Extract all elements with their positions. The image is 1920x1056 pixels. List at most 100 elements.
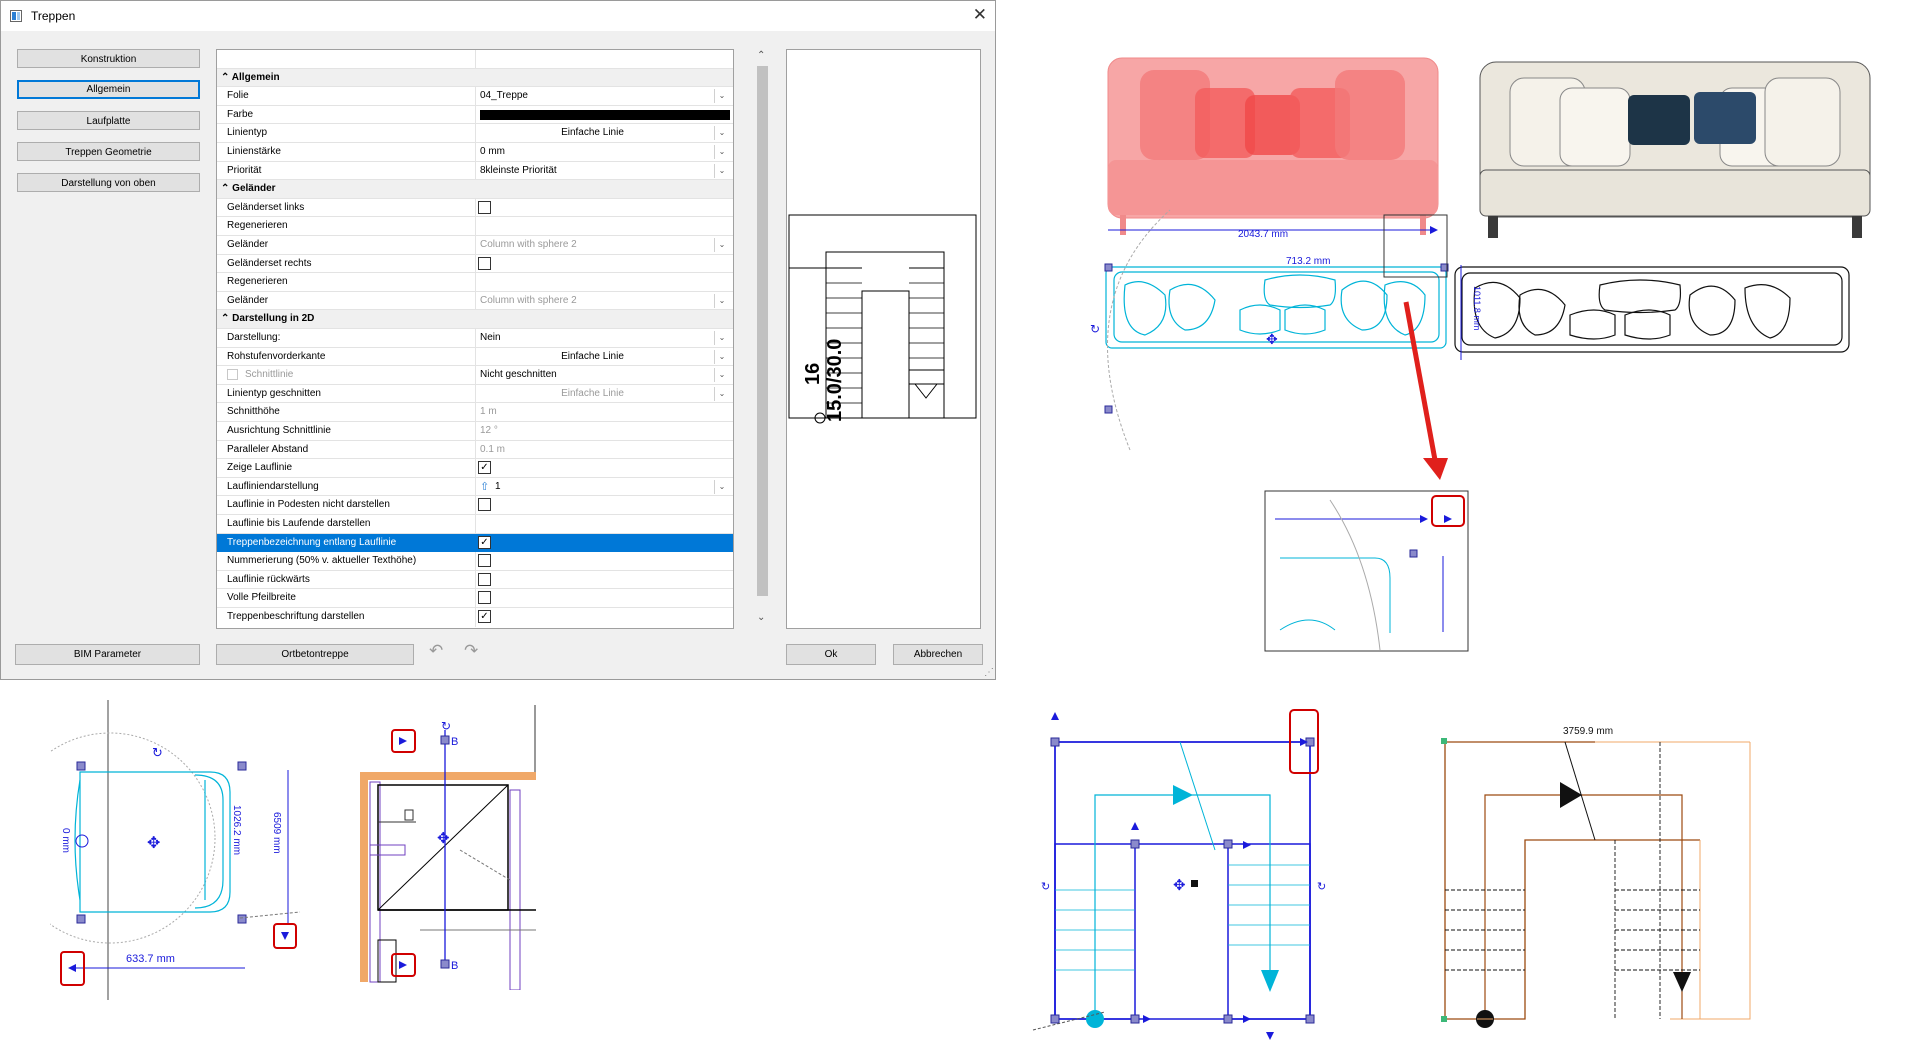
rotate-icon[interactable]: ↻ — [441, 719, 451, 733]
rotate-icon[interactable]: ↻ — [152, 746, 163, 761]
grip-handle[interactable] — [76, 761, 86, 771]
row-nummerierung[interactable]: Nummerierung (50% v. aktueller Texthöhe) — [217, 552, 733, 571]
grip-handle[interactable] — [1441, 738, 1447, 744]
grip-handle[interactable] — [237, 914, 247, 924]
ok-button[interactable]: Ok — [786, 644, 876, 665]
nav-laufplatte-button[interactable]: Laufplatte — [17, 111, 200, 130]
nav-konstruktion-button[interactable]: Konstruktion — [17, 49, 200, 68]
grip-handle[interactable] — [1104, 263, 1113, 272]
checkbox-checked[interactable]: ✓ — [478, 461, 491, 475]
grip-handle[interactable] — [1130, 1014, 1140, 1024]
chevron-down-icon[interactable]: ⌄ — [714, 145, 729, 159]
chevron-down-icon[interactable]: ⌄ — [714, 238, 729, 252]
row-ausrichtung[interactable]: Ausrichtung Schnittlinie 12 ° — [217, 422, 733, 441]
grip-handle[interactable] — [1223, 839, 1233, 849]
rotate-icon[interactable]: ↻ — [1317, 880, 1326, 893]
move-icon[interactable]: ✥ — [1266, 332, 1278, 348]
move-icon[interactable]: ✥ — [147, 833, 160, 852]
row-folie[interactable]: Folie 04_Treppe ⌄ — [217, 87, 733, 106]
grip-handle[interactable] — [1441, 1016, 1447, 1022]
row-laufliniendarstellung[interactable]: Laufliniendarstellung ⇧ 1 ⌄ — [217, 477, 733, 497]
row-linienstaerke[interactable]: Linienstärke 0 mm ⌄ — [217, 143, 733, 162]
chevron-down-icon[interactable]: ⌄ — [714, 479, 729, 494]
row-lauflinie-podesten[interactable]: Lauflinie in Podesten nicht darstellen — [217, 496, 733, 515]
stair-plans: ✥ ↻ ↻ 3759.9 mm — [1032, 709, 1751, 1040]
checkbox[interactable] — [478, 256, 491, 270]
undo-icon[interactable]: ↶ — [429, 641, 443, 661]
grip-handle[interactable] — [1104, 405, 1113, 414]
row-label: Linientyp — [227, 127, 268, 139]
scroll-thumb[interactable] — [757, 66, 768, 596]
row-rohstufenvorderkante[interactable]: Rohstufenvorderkante Einfache Linie ⌄ — [217, 347, 733, 367]
section-gelaender[interactable]: ⌃ Geländer — [217, 180, 733, 199]
grip-handle[interactable] — [440, 959, 450, 969]
row-farbe[interactable]: Farbe — [217, 105, 733, 125]
row-gelaenderset-links[interactable]: Geländerset links — [217, 198, 733, 218]
row-paralleler-abstand[interactable]: Paralleler Abstand 0.1 m — [217, 440, 733, 460]
nav-treppen-geometrie-button[interactable]: Treppen Geometrie — [17, 142, 200, 161]
ortbetontreppe-button[interactable]: Ortbetontreppe — [216, 644, 414, 665]
section-allgemein[interactable]: ⌃ Allgemein — [217, 68, 733, 88]
row-lauflinie-rueckwaerts[interactable]: Lauflinie rückwärts — [217, 570, 733, 590]
stair-number-label: 16 — [802, 363, 824, 385]
row-regenerieren[interactable]: Regenerieren — [217, 273, 733, 292]
chevron-down-icon[interactable]: ⌄ — [714, 349, 729, 364]
move-icon[interactable]: ✥ — [437, 829, 450, 847]
row-regenerieren[interactable]: Regenerieren — [217, 217, 733, 236]
row-gelaenderset-rechts[interactable]: Geländerset rechts — [217, 254, 733, 274]
chevron-down-icon[interactable]: ⌄ — [714, 126, 729, 141]
move-icon[interactable]: ✥ — [1173, 876, 1186, 894]
property-scrollbar[interactable]: ⌃ ⌄ — [755, 50, 770, 628]
chevron-down-icon[interactable]: ⌄ — [714, 386, 729, 401]
row-prioritaet[interactable]: Priorität 8kleinste Priorität ⌄ — [217, 161, 733, 181]
checkbox[interactable] — [478, 200, 491, 214]
chevron-down-icon[interactable]: ⌄ — [714, 368, 729, 383]
rotate-icon[interactable]: ↻ — [1041, 880, 1050, 893]
row-schnitthoehe[interactable]: Schnitthöhe 1 m — [217, 403, 733, 422]
chevron-down-icon[interactable]: ⌄ — [714, 89, 729, 104]
row-label: Schnitthöhe — [227, 406, 280, 418]
row-label: Zeige Lauflinie — [227, 462, 293, 474]
grip-handle[interactable] — [1305, 1014, 1315, 1024]
row-linientyp[interactable]: Linientyp Einfache Linie ⌄ — [217, 124, 733, 143]
row-linientyp-geschnitten[interactable]: Linientyp geschnitten Einfache Linie ⌄ — [217, 384, 733, 404]
chevron-down-icon[interactable]: ⌄ — [714, 293, 729, 308]
checkbox[interactable] — [478, 591, 491, 605]
checkbox[interactable] — [478, 572, 491, 586]
color-swatch[interactable] — [480, 109, 730, 120]
grip-handle[interactable] — [1050, 1014, 1060, 1024]
row-schnittlinie[interactable]: Schnittlinie Nicht geschnitten ⌄ — [217, 366, 733, 385]
row-darstellung[interactable]: Darstellung: Nein ⌄ — [217, 329, 733, 348]
scroll-up-icon[interactable]: ⌃ — [757, 50, 765, 61]
section-darstellung-2d[interactable]: ⌃ Darstellung in 2D — [217, 310, 733, 329]
row-treppenbeschriftung[interactable]: Treppenbeschriftung darstellen ✓ — [217, 608, 733, 627]
grip-handle[interactable] — [1130, 839, 1140, 849]
row-lauflinie-bis-laufende[interactable]: Lauflinie bis Laufende darstellen — [217, 515, 733, 534]
redo-icon[interactable]: ↷ — [464, 641, 478, 661]
rotate-icon[interactable]: ↻ — [1090, 322, 1100, 336]
bim-parameter-button[interactable]: BIM Parameter — [15, 644, 200, 665]
chevron-down-icon[interactable]: ⌄ — [714, 331, 729, 345]
checkbox-checked[interactable]: ✓ — [478, 610, 491, 623]
row-volle-pfeilbreite[interactable]: Volle Pfeilbreite — [217, 589, 733, 608]
checkbox[interactable] — [478, 554, 491, 568]
checkbox-checked[interactable]: ✓ — [478, 535, 491, 549]
grip-handle[interactable] — [440, 735, 450, 745]
nav-darstellung-von-oben-button[interactable]: Darstellung von oben — [17, 173, 200, 192]
row-gelaender[interactable]: Geländer Column with sphere 2 ⌄ — [217, 236, 733, 255]
grip-handle[interactable] — [76, 914, 86, 924]
close-icon[interactable]: ✕ — [973, 5, 987, 25]
row-zeige-lauflinie[interactable]: Zeige Lauflinie ✓ — [217, 459, 733, 478]
row-label: Volle Pfeilbreite — [227, 592, 296, 604]
cancel-button[interactable]: Abbrechen — [893, 644, 983, 665]
grip-handle[interactable] — [1050, 737, 1060, 747]
nav-allgemein-button[interactable]: Allgemein — [17, 80, 200, 99]
checkbox[interactable] — [478, 498, 491, 512]
resize-grip-icon[interactable]: ⋰ — [984, 667, 994, 678]
row-treppenbezeichnung-selected[interactable]: Treppenbezeichnung entlang Lauflinie ✓ — [217, 533, 733, 553]
chevron-down-icon[interactable]: ⌄ — [714, 163, 729, 178]
row-gelaender[interactable]: Geländer Column with sphere 2 ⌄ — [217, 291, 733, 311]
grip-handle[interactable] — [1223, 1014, 1233, 1024]
scroll-down-icon[interactable]: ⌄ — [757, 612, 765, 623]
grip-handle[interactable] — [237, 761, 247, 771]
